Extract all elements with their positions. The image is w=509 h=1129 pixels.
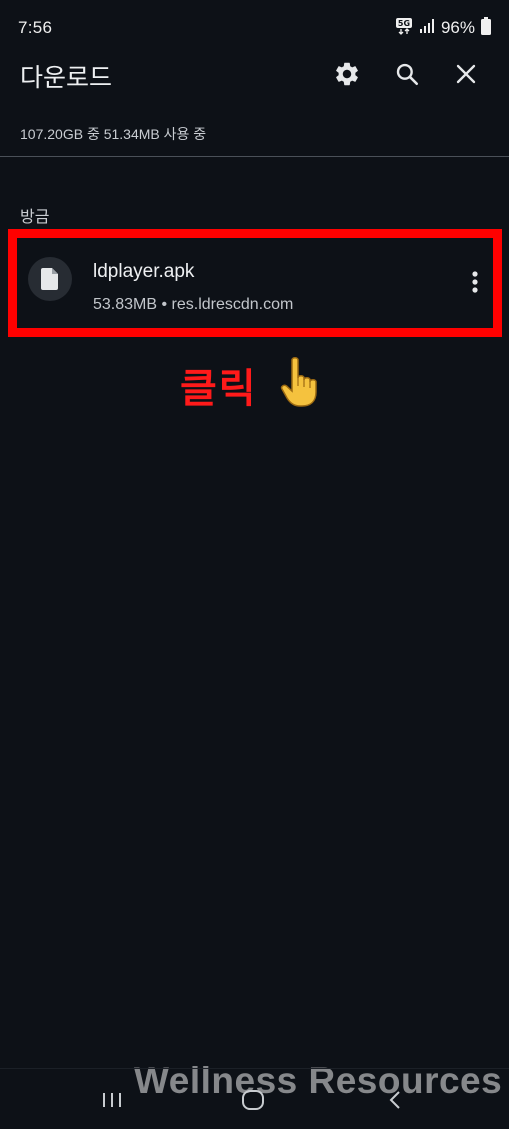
- close-icon[interactable]: [448, 56, 484, 92]
- file-meta: 53.83MB • res.ldrescdn.com: [93, 296, 294, 313]
- battery-icon: [481, 16, 491, 40]
- system-nav-bar: [0, 1068, 509, 1129]
- signal-icon: [419, 18, 435, 39]
- recent-apps-icon[interactable]: [92, 1085, 132, 1115]
- section-header-recent: 방금: [20, 209, 50, 226]
- divider: [0, 156, 509, 157]
- network-5g-icon: 5G: [395, 17, 413, 40]
- app-bar: 다운로드: [0, 56, 509, 96]
- back-icon[interactable]: [376, 1085, 416, 1115]
- settings-gear-icon[interactable]: [329, 56, 365, 92]
- click-annotation: 클릭: [180, 367, 258, 411]
- home-icon[interactable]: [233, 1085, 273, 1115]
- file-list-item[interactable]: ldplayer.apk 53.83MB • res.ldrescdn.com: [8, 229, 502, 337]
- file-name: ldplayer.apk: [93, 261, 195, 282]
- pointing-hand-emoji: [280, 356, 322, 408]
- svg-text:5G: 5G: [398, 19, 410, 28]
- storage-usage: 107.20GB 중 51.34MB 사용 중: [20, 126, 207, 142]
- status-icons: 5G 96%: [395, 16, 491, 40]
- file-icon: [28, 257, 72, 301]
- more-vert-icon[interactable]: [463, 264, 487, 300]
- search-icon[interactable]: [389, 56, 425, 92]
- status-bar: 7:56 5G 96%: [0, 0, 509, 56]
- page-title: 다운로드: [20, 64, 113, 92]
- status-time: 7:56: [18, 18, 53, 37]
- battery-level: 96%: [440, 18, 475, 37]
